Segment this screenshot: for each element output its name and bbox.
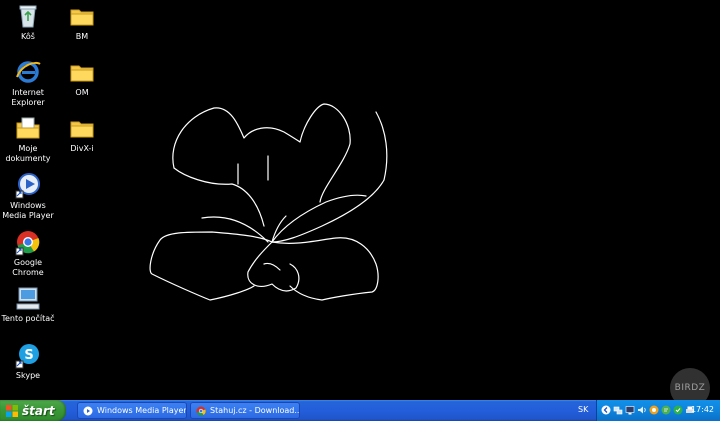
taskbar: štart Windows Media Player Stahuj.cz - D… <box>0 400 720 421</box>
desktop-icon-label: OM <box>75 88 89 97</box>
shield-icon[interactable] <box>649 405 659 415</box>
svg-text:S: S <box>24 348 33 363</box>
watermark-text: BIRDZ <box>674 383 706 393</box>
monitor-icon[interactable] <box>625 405 635 415</box>
taskbar-clock[interactable]: 17:42 <box>691 405 714 414</box>
language-indicator[interactable]: SK <box>578 405 588 414</box>
desktop-icon-divx-folder[interactable]: DivX-i <box>54 114 110 154</box>
windows-flag-icon <box>6 404 18 417</box>
skype-icon: S <box>15 344 39 369</box>
desktop-icon-my-documents[interactable]: Moje dokumenty <box>0 114 56 164</box>
desktop-icon-om-folder[interactable]: OM <box>54 58 110 98</box>
desktop-icon-recycle-bin[interactable]: Kôš <box>0 2 56 42</box>
start-button[interactable]: štart <box>0 400 66 421</box>
desktop[interactable]: Kôš BM Internet Explorer OM Moje dokumen… <box>0 0 720 408</box>
folder-icon <box>70 65 94 82</box>
internet-explorer-icon <box>16 61 41 83</box>
task-label: Windows Media Player <box>97 406 187 415</box>
desktop-icon-label: Internet Explorer <box>11 88 45 107</box>
desktop-icon-skype[interactable]: S Skype <box>0 341 56 381</box>
my-computer-icon <box>16 287 40 310</box>
recycle-bin-icon <box>19 5 37 28</box>
windows-media-player-icon <box>15 173 40 199</box>
taskbar-button-windows-media-player[interactable]: Windows Media Player <box>77 402 187 419</box>
task-label: Stahuj.cz - Download... <box>210 406 300 415</box>
my-documents-icon <box>16 117 40 139</box>
back-arrow-icon[interactable] <box>601 405 611 415</box>
chat-icon[interactable] <box>661 405 671 415</box>
desktop-icon-label: BM <box>75 32 89 41</box>
desktop-icon-label: Kôš <box>21 32 35 41</box>
folder-icon <box>70 121 94 138</box>
system-tray: 17:42 <box>596 400 720 421</box>
skype-icon[interactable] <box>673 405 683 415</box>
desktop-icon-label: Moje dokumenty <box>5 144 51 163</box>
desktop-icon-label: Windows Media Player <box>2 201 54 220</box>
desktop-icon-label: Skype <box>15 371 41 380</box>
windows-media-player-icon <box>83 406 93 415</box>
network-icon[interactable] <box>613 405 623 415</box>
desktop-icon-label: Google Chrome <box>12 258 44 277</box>
google-chrome-icon <box>196 406 206 416</box>
desktop-icon-google-chrome[interactable]: Google Chrome <box>0 228 56 278</box>
desktop-icon-bm-folder[interactable]: BM <box>54 2 110 42</box>
desktop-icon-label: DivX-i <box>70 144 94 153</box>
desktop-icon-windows-media-player[interactable]: Windows Media Player <box>0 171 56 221</box>
google-chrome-icon <box>15 231 40 256</box>
speaker-icon[interactable] <box>637 405 647 415</box>
start-label: štart <box>22 403 55 418</box>
desktop-icon-label: Tento počítač <box>1 314 55 323</box>
folder-icon <box>70 9 94 26</box>
taskbar-button-stahuj[interactable]: Stahuj.cz - Download... <box>190 402 300 419</box>
desktop-icon-internet-explorer[interactable]: Internet Explorer <box>0 58 56 108</box>
desktop-icon-my-computer[interactable]: Tento počítač <box>0 284 56 324</box>
